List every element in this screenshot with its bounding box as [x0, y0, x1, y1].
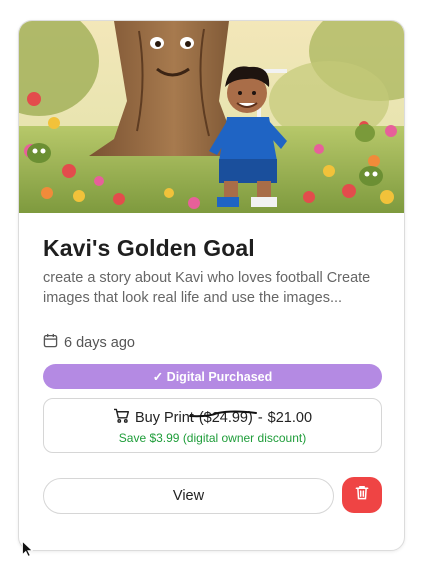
price-strikethrough-scribble	[189, 410, 257, 418]
created-date: 6 days ago	[43, 333, 135, 353]
cover-illustration	[19, 21, 404, 213]
story-cover-image[interactable]	[19, 21, 404, 213]
trash-icon	[355, 485, 369, 505]
price-separator: -	[257, 409, 263, 426]
buy-print-button[interactable]: Buy Print ($24.99) - $21.00 Save $3.99 (…	[43, 398, 382, 453]
view-button[interactable]: View	[43, 478, 334, 514]
discount-note: Save $3.99 (digital owner discount)	[118, 431, 307, 445]
discounted-price: $21.00	[267, 409, 313, 426]
created-date-text: 6 days ago	[64, 335, 135, 351]
story-description: create a story about Kavi who loves foot…	[43, 270, 371, 306]
calendar-icon	[43, 333, 58, 353]
cart-icon	[113, 408, 130, 427]
story-title: Kavi's Golden Goal	[43, 235, 255, 261]
digital-purchased-badge: ✓ Digital Purchased	[43, 364, 382, 389]
delete-button[interactable]	[342, 477, 382, 513]
buy-print-label: Buy Print	[134, 409, 194, 426]
story-card: Kavi's Golden Goal create a story about …	[18, 20, 405, 551]
mouse-pointer-icon	[22, 540, 34, 562]
